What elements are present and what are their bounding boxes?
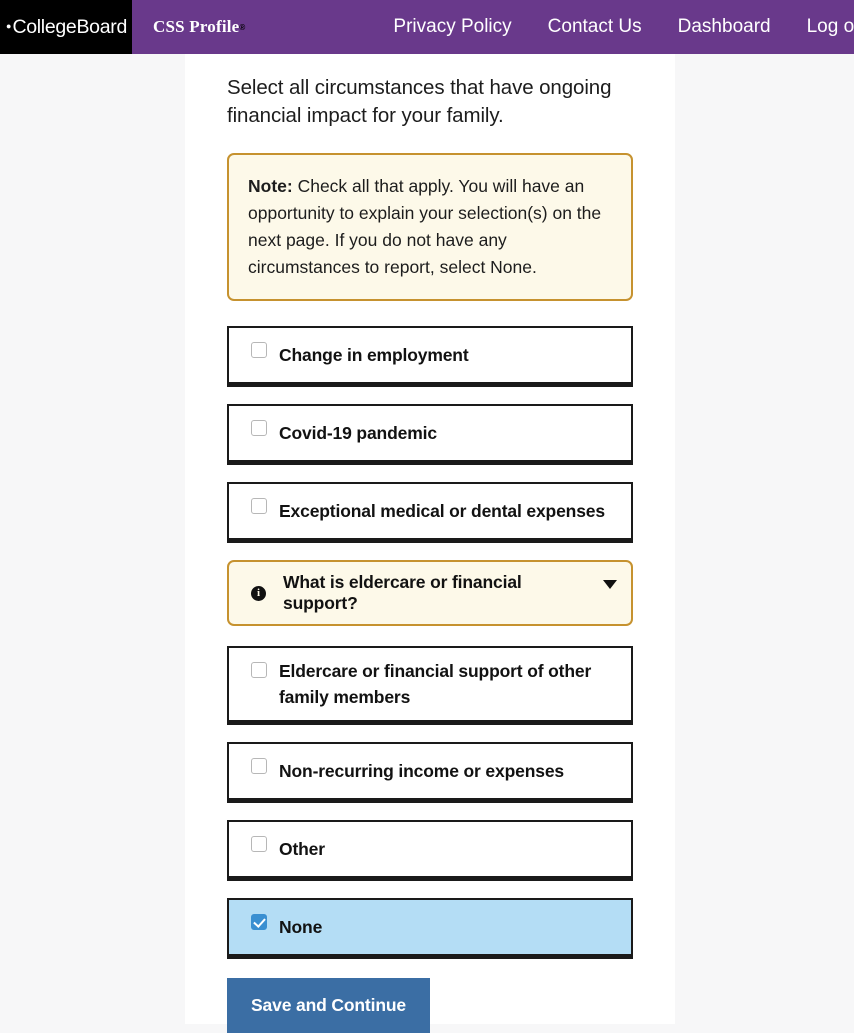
eldercare-help-accordion[interactable]: i What is eldercare or financial support…	[227, 560, 633, 626]
note-text: Note: Check all that apply. You will hav…	[248, 173, 613, 281]
checkbox-covid-19-pandemic[interactable]	[251, 420, 267, 436]
page-background: Select all circumstances that have ongoi…	[0, 54, 854, 1033]
nav-item-contact-us[interactable]: Contact Us	[548, 16, 642, 38]
info-circle-icon: i	[251, 585, 266, 601]
site-header: ● CollegeBoard CSS Profile ® Privacy Poli…	[0, 0, 854, 54]
page-title: Select all circumstances that have ongoi…	[227, 76, 612, 127]
form-card: Select all circumstances that have ongoi…	[185, 54, 675, 1033]
checkbox-none[interactable]	[251, 914, 267, 930]
option-other[interactable]: Other	[227, 820, 633, 878]
option-label: None	[279, 917, 323, 937]
nav-item-log-out[interactable]: Log out	[807, 16, 854, 38]
chevron-down-icon[interactable]	[603, 580, 617, 589]
main-nav: Privacy Policy Contact Us Dashboard Log …	[245, 0, 854, 54]
checkbox-exceptional-medical-or-dental-expenses[interactable]	[251, 498, 267, 514]
option-covid-19-pandemic[interactable]: Covid-19 pandemic	[227, 404, 633, 462]
save-and-continue-button[interactable]: Save and Continue	[227, 978, 430, 1033]
option-non-recurring-income-or-expenses[interactable]: Non-recurring income or expenses	[227, 742, 633, 800]
checkbox-eldercare-or-financial-support[interactable]	[251, 662, 267, 678]
acorn-icon: ●	[6, 20, 12, 31]
css-profile-brand-text: CSS Profile	[153, 17, 240, 36]
option-label: Covid-19 pandemic	[279, 423, 437, 443]
accordion-label: What is eldercare or financial support?	[283, 572, 522, 613]
checkbox-change-in-employment[interactable]	[251, 342, 267, 358]
nav-item-privacy-policy[interactable]: Privacy Policy	[393, 16, 511, 38]
option-label: Other	[279, 839, 325, 859]
option-change-in-employment[interactable]: Change in employment	[227, 326, 633, 384]
note-body: Check all that apply. You will have an o…	[248, 176, 602, 277]
checkbox-other[interactable]	[251, 836, 267, 852]
option-label: Exceptional medical or dental expenses	[279, 501, 605, 521]
option-label: Change in employment	[279, 345, 469, 365]
option-none[interactable]: None	[227, 898, 633, 956]
option-exceptional-medical-or-dental-expenses[interactable]: Exceptional medical or dental expenses	[227, 482, 633, 540]
collegeboard-logo[interactable]: ● CollegeBoard	[0, 0, 132, 54]
option-label: Non-recurring income or expenses	[279, 761, 565, 781]
option-eldercare-or-financial-support[interactable]: Eldercare or financial support of other …	[227, 646, 633, 722]
option-label: Eldercare or financial support of other …	[279, 661, 592, 707]
collegeboard-logo-text: CollegeBoard	[12, 15, 127, 38]
note-label: Note:	[248, 176, 293, 196]
checkbox-non-recurring-income-or-expenses[interactable]	[251, 758, 267, 774]
note-callout: Note: Check all that apply. You will hav…	[227, 153, 633, 301]
nav-item-dashboard[interactable]: Dashboard	[678, 16, 771, 38]
css-profile-brand: CSS Profile ®	[132, 0, 245, 54]
circumstances-option-list: Change in employment Covid-19 pandemic E…	[227, 326, 633, 1033]
